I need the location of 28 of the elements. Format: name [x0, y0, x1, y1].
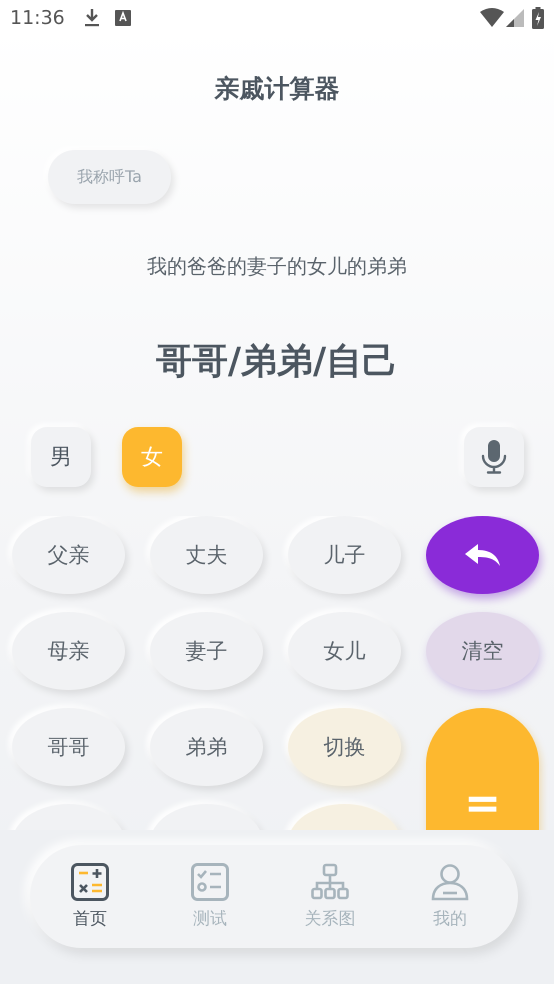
- back-arrow-icon: [464, 543, 500, 567]
- switch-button[interactable]: 切换: [288, 708, 401, 786]
- signal-icon: [506, 9, 524, 27]
- gender-button[interactable]: 男: [31, 427, 91, 487]
- relation-key[interactable]: 儿子: [288, 516, 401, 594]
- relation-key[interactable]: 父亲: [12, 516, 125, 594]
- clear-button[interactable]: 清空: [426, 612, 539, 690]
- relation-key[interactable]: 女儿: [288, 612, 401, 690]
- battery-icon: [532, 7, 544, 29]
- tab[interactable]: 首页: [30, 863, 150, 930]
- calculator-icon: [71, 863, 109, 901]
- relation-key[interactable]: 哥哥: [12, 708, 125, 786]
- relation-key[interactable]: 母亲: [12, 612, 125, 690]
- hierarchy-icon: [311, 863, 349, 901]
- relation-text: 我的爸爸的妻子的女儿的弟弟: [146, 253, 408, 280]
- relation-key[interactable]: 丈夫: [150, 516, 263, 594]
- microphone-button[interactable]: [464, 427, 524, 487]
- status-time: 11:36: [10, 7, 65, 29]
- download-icon: [82, 8, 101, 28]
- person-icon: [431, 863, 469, 901]
- microphone-icon: [481, 440, 507, 474]
- relation-key[interactable]: 弟弟: [150, 708, 263, 786]
- checklist-icon: [191, 863, 229, 901]
- keyboard-icon: [114, 10, 131, 26]
- app-title: 亲戚计算器: [213, 73, 340, 105]
- relation-key[interactable]: 妻子: [150, 612, 263, 690]
- wifi-icon: [480, 8, 504, 28]
- result-text: 哥哥/弟弟/自己: [154, 340, 400, 384]
